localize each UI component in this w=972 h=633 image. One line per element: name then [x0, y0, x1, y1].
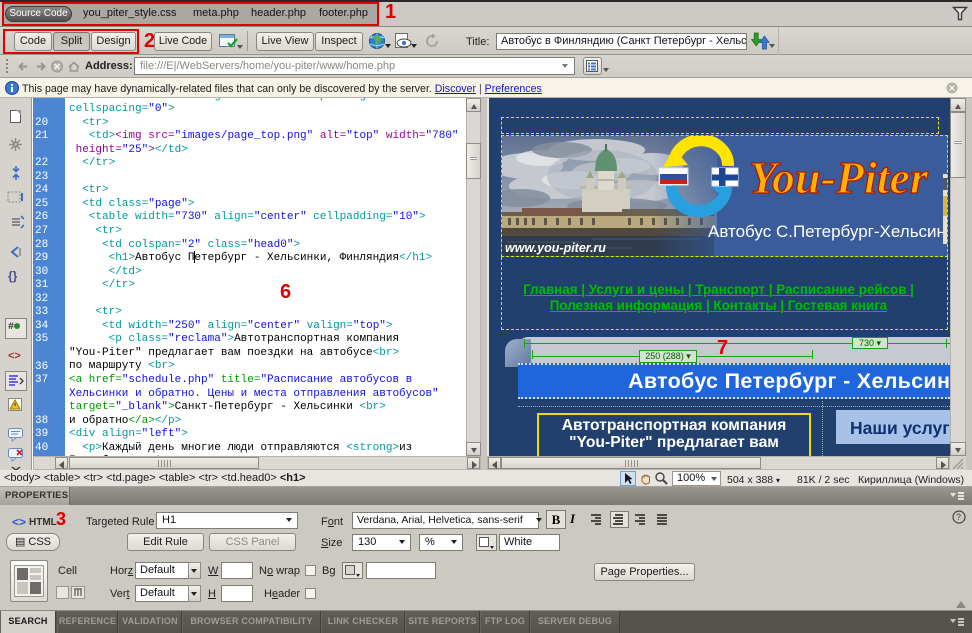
svg-text:?: ?: [956, 512, 961, 522]
svg-text:www.you-piter.ru: www.you-piter.ru: [505, 241, 606, 255]
svg-text:You-Piter: You-Piter: [749, 152, 929, 203]
svg-text:Автобус С.Петербург-Хельсинки: Автобус С.Петербург-Хельсинки: [708, 222, 947, 241]
